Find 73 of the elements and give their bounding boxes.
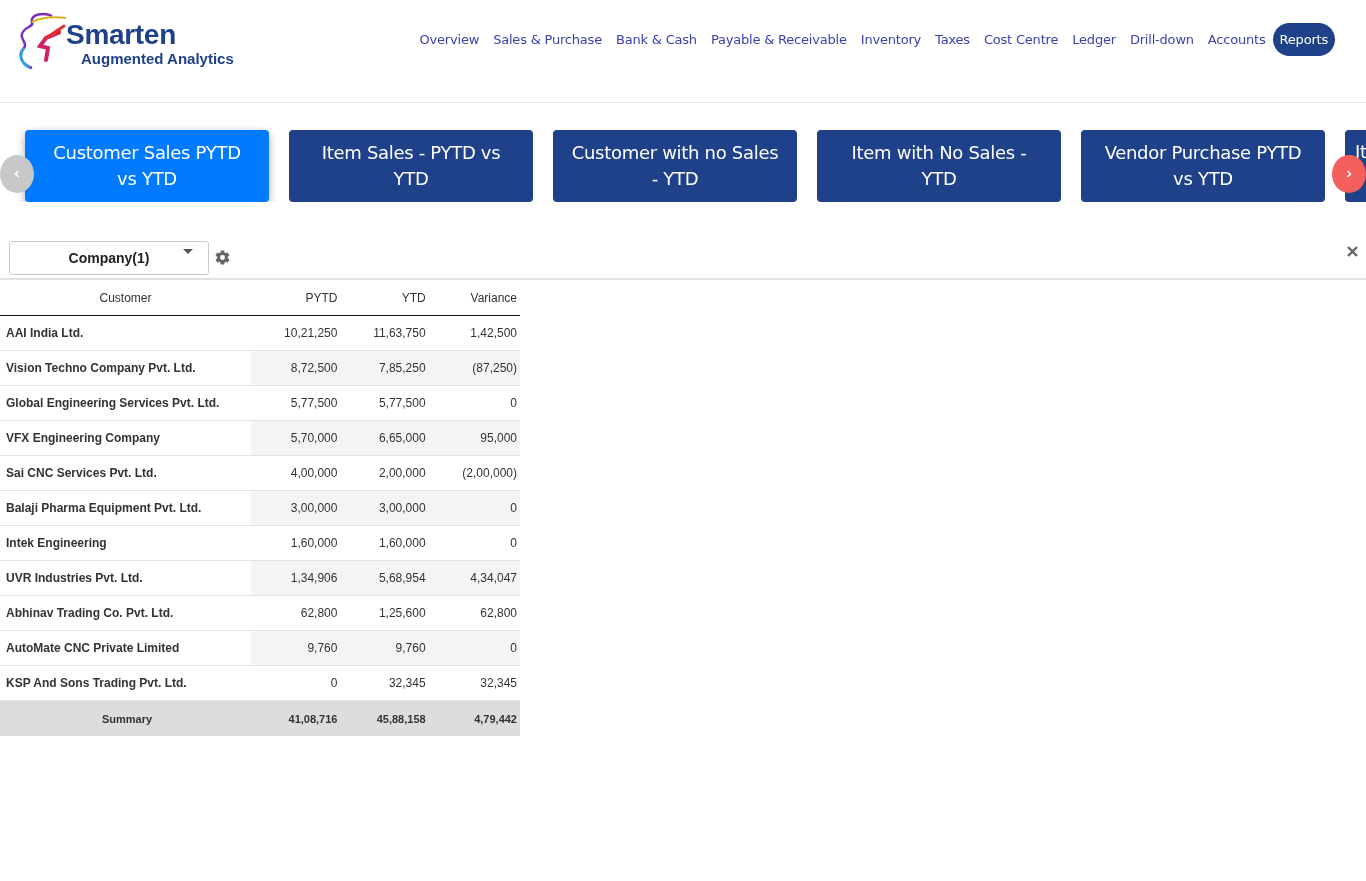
summary-cell: 41,08,716 bbox=[251, 700, 341, 736]
table-cell: 0 bbox=[428, 630, 520, 666]
report-tab[interactable]: Customer with no Sales - YTD bbox=[553, 130, 797, 202]
table-cell: 1,60,000 bbox=[251, 525, 341, 561]
previous-button[interactable] bbox=[0, 155, 34, 193]
table-cell: 5,68,954 bbox=[340, 560, 429, 596]
table-cell: 8,72,500 bbox=[251, 350, 341, 386]
nav-link[interactable]: Cost Centre bbox=[976, 23, 1066, 56]
table-cell: 0 bbox=[251, 665, 341, 701]
table-cell: 5,77,500 bbox=[340, 385, 429, 421]
report-tab[interactable]: Customer Sales PYTD vs YTD bbox=[25, 130, 269, 202]
report-tab[interactable]: Vendor Purchase PYTD vs YTD bbox=[1081, 130, 1325, 202]
table-cell: 2,00,000 bbox=[340, 455, 429, 491]
table-cell: 5,70,000 bbox=[251, 420, 341, 456]
column-header[interactable]: Customer bbox=[0, 280, 251, 316]
table-cell: 10,21,250 bbox=[251, 315, 341, 351]
table-cell: 32,345 bbox=[340, 665, 429, 701]
table-cell: AAI India Ltd. bbox=[0, 315, 251, 351]
logo-figure-icon bbox=[16, 12, 68, 72]
nav-link[interactable]: Inventory bbox=[853, 23, 929, 56]
nav-link[interactable]: Accounts bbox=[1200, 23, 1273, 56]
table-cell: 5,77,500 bbox=[251, 385, 341, 421]
table-cell: (2,00,000) bbox=[428, 455, 520, 491]
table-cell: (87,250) bbox=[428, 350, 520, 386]
column-header[interactable]: PYTD bbox=[251, 280, 341, 316]
report-tab[interactable]: Item Sales - PYTD vs YTD bbox=[289, 130, 533, 202]
summary-cell: 4,79,442 bbox=[428, 700, 520, 736]
nav-link[interactable]: Drill-down bbox=[1122, 23, 1201, 56]
table-cell: 95,000 bbox=[428, 420, 520, 456]
table-cell: Global Engineering Services Pvt. Ltd. bbox=[0, 385, 251, 421]
chevron-right-icon bbox=[1344, 169, 1354, 179]
table-cell: 11,63,750 bbox=[340, 315, 429, 351]
table-cell: 1,42,500 bbox=[428, 315, 520, 351]
summary-cell: Summary bbox=[0, 700, 251, 736]
table-cell: 0 bbox=[428, 525, 520, 561]
logo-tagline: Augmented Analytics bbox=[81, 50, 234, 68]
table-cell: 1,25,600 bbox=[340, 595, 429, 631]
table-cell: 1,34,906 bbox=[251, 560, 341, 596]
table-cell: Intek Engineering bbox=[0, 525, 251, 561]
logo-name: Smarten bbox=[66, 20, 177, 50]
close-icon[interactable] bbox=[1347, 246, 1358, 257]
table-cell: 0 bbox=[428, 385, 520, 421]
table-cell: 3,00,000 bbox=[251, 490, 341, 526]
report-tab[interactable]: Item with No Sales - YTD bbox=[817, 130, 1061, 202]
table-cell: 6,65,000 bbox=[340, 420, 429, 456]
table-cell: Abhinav Trading Co. Pvt. Ltd. bbox=[0, 595, 251, 631]
table-cell: 4,00,000 bbox=[251, 455, 341, 491]
table-cell: KSP And Sons Trading Pvt. Ltd. bbox=[0, 665, 251, 701]
nav-link[interactable]: Bank & Cash bbox=[609, 23, 704, 56]
settings-icon[interactable] bbox=[214, 248, 231, 266]
nav-link[interactable]: Reports bbox=[1272, 23, 1335, 56]
table-cell: 62,800 bbox=[251, 595, 341, 631]
column-header[interactable]: YTD bbox=[340, 280, 429, 316]
nav-link[interactable]: Taxes bbox=[928, 23, 977, 56]
nav-link[interactable]: Payable & Receivable bbox=[703, 23, 854, 56]
table-cell: 7,85,250 bbox=[340, 350, 429, 386]
nav-link[interactable]: Overview bbox=[412, 23, 487, 56]
nav-link[interactable]: Ledger bbox=[1065, 23, 1123, 56]
table-cell: 62,800 bbox=[428, 595, 520, 631]
column-header[interactable]: Variance bbox=[428, 280, 520, 316]
table-cell: 9,760 bbox=[340, 630, 429, 666]
summary-cell: 45,88,158 bbox=[340, 700, 429, 736]
table-cell: 32,345 bbox=[428, 665, 520, 701]
company-dropdown[interactable]: Company(1) bbox=[9, 241, 209, 275]
table-cell: Sai CNC Services Pvt. Ltd. bbox=[0, 455, 251, 491]
table-cell: 1,60,000 bbox=[340, 525, 429, 561]
table-cell: 4,34,047 bbox=[428, 560, 520, 596]
table-cell: 3,00,000 bbox=[340, 490, 429, 526]
chevron-left-icon bbox=[12, 169, 22, 179]
table-cell: 9,760 bbox=[251, 630, 341, 666]
table-cell: 0 bbox=[428, 490, 520, 526]
nav-link[interactable]: Sales & Purchase bbox=[486, 23, 609, 56]
caret-icon bbox=[183, 249, 193, 255]
